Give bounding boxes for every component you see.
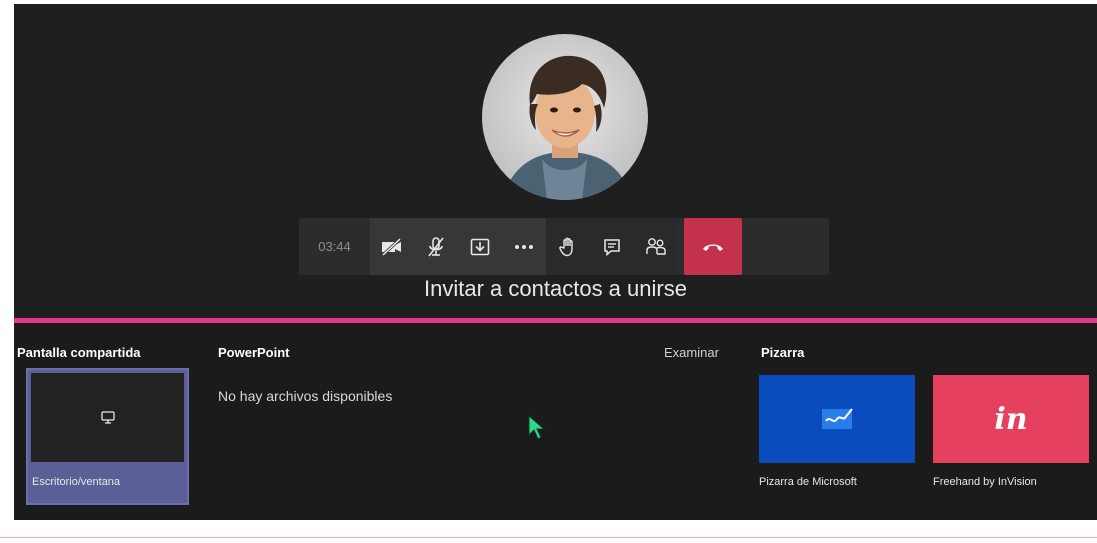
share-tray-icon xyxy=(470,238,490,255)
chat-icon xyxy=(604,238,620,256)
camera-off-icon xyxy=(381,237,402,256)
share-content-button[interactable] xyxy=(458,218,502,275)
powerpoint-title: PowerPoint xyxy=(218,345,290,360)
browse-link[interactable]: Examinar xyxy=(664,345,719,360)
more-icon xyxy=(515,244,533,249)
avatar xyxy=(482,34,648,200)
invision-freehand-label: Freehand by InVision xyxy=(933,476,1037,488)
raise-hand-icon xyxy=(559,237,573,256)
invision-logo-text: in xyxy=(994,401,1028,437)
shared-screen-title: Pantalla compartida xyxy=(17,345,141,360)
participants-button[interactable] xyxy=(634,218,678,275)
participants-icon xyxy=(646,237,666,255)
teams-call-window: 03:44 Invitar a contactos a unirse Panta… xyxy=(14,4,1097,520)
call-control-bar: 03:44 xyxy=(299,218,829,275)
more-actions-button[interactable] xyxy=(502,218,546,275)
microsoft-whiteboard-icon xyxy=(822,408,853,429)
call-stage: 03:44 Invitar a contactos a unirse xyxy=(14,4,1097,318)
mouse-cursor-icon xyxy=(528,414,546,446)
hang-up-icon xyxy=(703,244,723,251)
microphone-toggle-button[interactable] xyxy=(414,218,458,275)
invite-contacts-prompt[interactable]: Invitar a contactos a unirse xyxy=(14,276,1097,302)
desktop-window-card[interactable]: Escritorio/ventana xyxy=(26,368,189,505)
microsoft-whiteboard-label: Pizarra de Microsoft xyxy=(759,476,857,488)
chat-button[interactable] xyxy=(590,218,634,275)
mic-off-icon xyxy=(428,236,444,256)
invision-freehand-tile[interactable]: in xyxy=(933,375,1089,463)
bottom-accent-line xyxy=(0,537,1097,538)
whiteboard-title: Pizarra xyxy=(761,345,805,360)
microsoft-whiteboard-tile[interactable] xyxy=(759,375,915,463)
monitor-icon xyxy=(100,411,115,424)
hang-up-button[interactable] xyxy=(684,218,742,275)
camera-toggle-button[interactable] xyxy=(370,218,414,275)
no-files-message: No hay archivos disponibles xyxy=(218,388,393,404)
share-tray: Pantalla compartida PowerPoint Examinar … xyxy=(14,323,1097,520)
desktop-window-label: Escritorio/ventana xyxy=(32,476,121,488)
call-timer: 03:44 xyxy=(299,218,370,275)
raise-hand-button[interactable] xyxy=(546,218,590,275)
desktop-preview xyxy=(31,373,184,462)
